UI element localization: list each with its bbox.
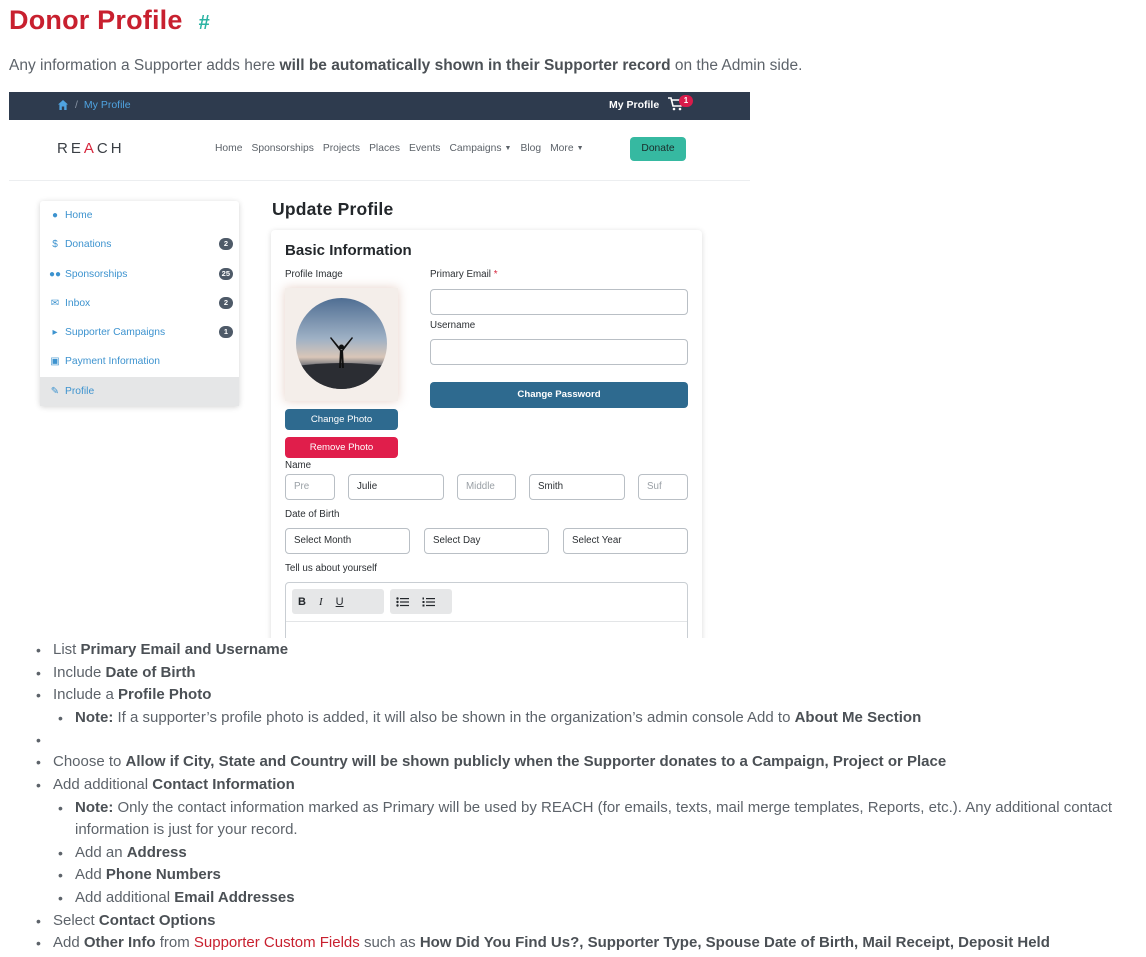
note-item: Note: Only the contact information marke… <box>53 797 1141 842</box>
list-item: Include a Profile Photo Note: If a suppo… <box>36 684 1141 729</box>
breadcrumb: / My Profile <box>57 99 131 111</box>
intro-paragraph: Any information a Supporter adds here wi… <box>9 57 802 75</box>
list-item: Include Date of Birth <box>36 662 1141 685</box>
account-link[interactable]: My Profile <box>609 99 659 111</box>
note-item: Note: If a supporter’s profile photo is … <box>53 707 1141 730</box>
primary-email-label: Primary Email * <box>430 269 498 280</box>
nav-link-blog[interactable]: Blog <box>520 143 541 154</box>
nav-link-projects[interactable]: Projects <box>323 143 360 154</box>
sub-list: Note: Only the contact information marke… <box>53 797 1141 910</box>
caret-down-icon: ▼ <box>504 145 512 152</box>
count-badge: 2 <box>219 297 233 309</box>
supporter-custom-fields-link[interactable]: Supporter Custom Fields <box>194 934 360 951</box>
first-name-field[interactable]: Julie <box>348 474 444 500</box>
birth-month-select[interactable]: Select Month <box>285 528 410 554</box>
nav-link-home[interactable]: Home <box>215 143 242 154</box>
dollar-icon: $ <box>52 239 58 250</box>
profile-image-frame <box>285 288 398 401</box>
profile-image-label: Profile Image <box>285 269 343 280</box>
count-badge: 2 <box>219 238 233 250</box>
cart-count-badge: 1 <box>679 95 693 107</box>
nav-link-sponsorships[interactable]: Sponsorships <box>251 143 313 154</box>
change-password-button[interactable]: Change Password <box>430 382 688 408</box>
credit-card-icon: ▣ <box>50 356 60 367</box>
text-format-group: B I U <box>292 589 384 614</box>
birth-day-select[interactable]: Select Day <box>424 528 549 554</box>
sub-list: Note: If a supporter’s profile photo is … <box>53 707 1141 730</box>
sidebar-item-profile[interactable]: ✎ Profile <box>40 377 239 406</box>
change-photo-button[interactable]: Change Photo <box>285 409 398 430</box>
italic-button[interactable]: I <box>319 596 323 608</box>
middle-name-field[interactable]: Middle <box>457 474 516 500</box>
nav-dropdown-more[interactable]: More ▼ <box>550 143 583 154</box>
username-field[interactable] <box>430 339 688 365</box>
bulleted-list-icon[interactable] <box>396 596 409 607</box>
home-icon[interactable] <box>57 99 69 111</box>
users-icon: ●● <box>48 269 62 280</box>
bullhorn-icon: ▸ <box>52 327 58 338</box>
sub-list-item: Add Phone Numbers <box>53 864 1141 887</box>
top-bar: / My Profile My Profile 1 <box>9 92 750 120</box>
reach-logo[interactable]: REACH <box>57 140 125 157</box>
intro-bold: will be automatically shown in their Sup… <box>279 57 671 74</box>
name-prefix-field[interactable]: Pre <box>285 474 335 500</box>
profile-screenshot: / My Profile My Profile 1 REACH Home Spo… <box>9 92 750 638</box>
pencil-icon: ✎ <box>50 386 60 397</box>
count-badge: 1 <box>219 326 233 338</box>
intro-text: Any information a Supporter adds here <box>9 57 280 74</box>
profile-photo <box>296 298 387 389</box>
numbered-list-icon[interactable] <box>422 597 435 607</box>
sidebar-item-payment-information[interactable]: ▣ Payment Information <box>40 347 239 376</box>
envelope-icon: ✉ <box>50 298 60 309</box>
name-label: Name <box>285 460 312 471</box>
list-item: Add Other Info from Supporter Custom Fie… <box>36 932 1141 955</box>
basic-information-card: Basic Information Profile Image Primary … <box>271 230 702 638</box>
sidebar-item-inbox[interactable]: ✉ Inbox 2 <box>40 289 239 318</box>
breadcrumb-current[interactable]: My Profile <box>84 99 131 111</box>
account-sidebar: ● Home $ Donations 2 ●● Sponsorships 25 ✉ Inbo… <box>40 201 239 406</box>
list-item: Add additional Contact Information Note:… <box>36 774 1141 910</box>
underline-button[interactable]: U <box>336 596 344 608</box>
sidebar-item-home[interactable]: ● Home <box>40 201 239 230</box>
sub-list-item: Add additional Email Addresses <box>53 887 1141 910</box>
list-spacer <box>36 729 1141 752</box>
heading-row: Donor Profile # <box>9 5 210 36</box>
nav-dropdown-campaigns[interactable]: Campaigns ▼ <box>449 143 511 154</box>
sub-list-item: Add an Address <box>53 842 1141 865</box>
count-badge: 25 <box>218 268 233 280</box>
birth-year-select[interactable]: Select Year <box>563 528 688 554</box>
feature-list: List Primary Email and Username Include … <box>36 639 1141 955</box>
name-suffix-field[interactable]: Suf <box>638 474 688 500</box>
user-icon: ● <box>51 210 59 221</box>
date-of-birth-label: Date of Birth <box>285 509 340 520</box>
list-item: Select Contact Options <box>36 910 1141 933</box>
sidebar-item-donations[interactable]: $ Donations 2 <box>40 230 239 259</box>
nav-link-events[interactable]: Events <box>409 143 440 154</box>
breadcrumb-separator: / <box>75 99 78 111</box>
update-profile-title: Update Profile <box>272 199 394 219</box>
editor-toolbar-divider <box>286 621 687 622</box>
intro-text-end: on the Admin side. <box>670 57 803 74</box>
remove-photo-button[interactable]: Remove Photo <box>285 437 398 458</box>
about-yourself-label: Tell us about yourself <box>285 563 378 574</box>
list-item: Choose to Allow if City, State and Count… <box>36 751 1141 774</box>
username-label: Username <box>430 320 476 331</box>
bold-button[interactable]: B <box>298 596 306 608</box>
sidebar-item-supporter-campaigns[interactable]: ▸ Supporter Campaigns 1 <box>40 318 239 347</box>
about-yourself-editor[interactable]: B I U <box>285 582 688 638</box>
heading-anchor-link[interactable]: # <box>199 12 210 35</box>
donate-button[interactable]: Donate <box>630 137 686 161</box>
nav-link-places[interactable]: Places <box>369 143 400 154</box>
sidebar-item-sponsorships[interactable]: ●● Sponsorships 25 <box>40 260 239 289</box>
primary-email-field[interactable] <box>430 289 688 315</box>
last-name-field[interactable]: Smith <box>529 474 625 500</box>
card-title: Basic Information <box>285 242 412 259</box>
list-item: List Primary Email and Username <box>36 639 1141 662</box>
list-format-group <box>390 589 452 614</box>
page-title: Donor Profile <box>9 5 183 35</box>
nav-links: Home Sponsorships Projects Places Events… <box>215 143 584 154</box>
caret-down-icon: ▼ <box>576 145 584 152</box>
